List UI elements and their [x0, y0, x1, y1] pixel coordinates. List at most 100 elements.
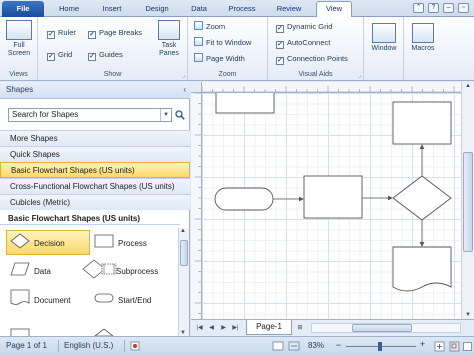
master-data[interactable]: Data	[10, 260, 90, 286]
presentation-mode-icon[interactable]	[288, 341, 300, 351]
page-tab-page-1[interactable]: Page-1	[246, 320, 292, 335]
zoom-level[interactable]: 83%	[308, 341, 324, 350]
status-language[interactable]: English (U.S.)	[64, 341, 113, 350]
full-screen-mode-icon[interactable]	[272, 341, 284, 351]
zoom-in-icon[interactable]: +	[420, 339, 425, 349]
first-page-icon[interactable]: |◀	[195, 323, 204, 333]
switch-windows-icon[interactable]	[463, 342, 472, 351]
stencil-cross-functional[interactable]: Cross-Functional Flowchart Shapes (US un…	[0, 178, 190, 194]
macros-button[interactable]: Macros	[407, 23, 439, 53]
master-process[interactable]: Process	[94, 232, 174, 258]
master-start-end[interactable]: Start/End	[94, 288, 174, 314]
full-screen-button[interactable]: Full Screen	[4, 20, 34, 58]
page-breaks-checkbox[interactable]: ✓ Page Breaks	[88, 27, 142, 39]
shapes-pane: Shapes ‹ Search for Shapes ▼ More Shapes…	[0, 82, 190, 336]
autoconnect-check-icon: ✓	[276, 41, 284, 49]
zoom-icon	[194, 21, 203, 30]
ruler-checkbox[interactable]: ✓ Ruler	[47, 27, 76, 39]
shapes-pane-scroll-thumb[interactable]	[180, 240, 188, 266]
search-dropdown-icon[interactable]: ▼	[160, 109, 171, 121]
page-width-icon	[194, 53, 203, 62]
window-button[interactable]: Window	[368, 23, 400, 53]
horizontal-scroll-thumb[interactable]	[352, 324, 412, 332]
master-decision[interactable]: Decision	[10, 232, 90, 258]
data-shape-icon	[10, 262, 30, 276]
fit-to-window-button[interactable]: Fit to Window	[194, 37, 251, 49]
fit-page-icon[interactable]	[434, 341, 445, 352]
show-launcher-icon[interactable]: ⌟	[182, 72, 185, 79]
pan-zoom-icon[interactable]	[449, 341, 460, 352]
search-icon[interactable]	[175, 110, 185, 120]
master-document-label: Document	[34, 296, 71, 305]
shapes-pane-scrollbar[interactable]: ▲ ▼	[178, 228, 189, 336]
tab-process[interactable]: Process	[222, 2, 262, 17]
horizontal-scrollbar[interactable]	[311, 323, 461, 333]
stencil-basic-flowchart[interactable]: Basic Flowchart Shapes (US units)	[0, 162, 190, 178]
autoconnect-checkbox[interactable]: ✓ AutoConnect	[276, 37, 330, 49]
tab-insert[interactable]: Insert	[94, 2, 130, 17]
tab-file[interactable]: File	[2, 1, 44, 17]
ruler-left[interactable]	[191, 93, 202, 319]
zoom-slider-thumb[interactable]	[378, 342, 382, 351]
master-subprocess-label: Subprocess	[116, 267, 159, 276]
tab-data[interactable]: Data	[184, 2, 214, 17]
tab-design[interactable]: Design	[138, 2, 176, 17]
more-shapes-row[interactable]: More Shapes	[0, 130, 190, 146]
connection-points-checkbox[interactable]: ✓ Connection Points	[276, 53, 348, 65]
macro-record-icon[interactable]	[130, 341, 140, 351]
shapes-pane-header: Shapes ‹	[0, 82, 190, 99]
task-panes-label: Task Panes	[159, 42, 179, 57]
tab-review[interactable]: Review	[270, 2, 308, 17]
vertical-scrollbar[interactable]: ▲ ▼	[461, 82, 474, 319]
search-shapes-input[interactable]: Search for Shapes ▼	[8, 108, 172, 122]
process-shape-right[interactable]	[392, 101, 452, 145]
window-restore-icon[interactable]: ▫	[458, 3, 469, 13]
page-breaks-check-icon: ✓	[88, 31, 96, 39]
tab-home[interactable]: Home	[52, 2, 86, 17]
page-tab-bar: |◀ ◀ ▶ ▶| Page-1 ⊞	[191, 319, 474, 336]
collapse-pane-icon[interactable]: ‹	[183, 82, 186, 98]
process-shape-icon	[94, 234, 114, 248]
next-page-icon[interactable]: ▶	[219, 323, 228, 333]
dynamic-grid-checkbox[interactable]: ✓ Dynamic Grid	[276, 21, 332, 33]
document-shape[interactable]	[392, 246, 452, 292]
diagram	[214, 93, 452, 292]
status-divider	[124, 340, 125, 352]
vscroll-up-icon[interactable]: ▲	[465, 83, 471, 89]
visual-aids-launcher-icon[interactable]: ⌟	[358, 72, 361, 79]
vscroll-down-icon[interactable]: ▼	[465, 312, 471, 318]
last-page-icon[interactable]: ▶|	[231, 323, 240, 333]
task-panes-button[interactable]: Task Panes	[152, 20, 186, 58]
master-start-end-label: Start/End	[118, 296, 152, 305]
process-shape-top[interactable]	[215, 93, 275, 114]
group-label-views: Views	[9, 71, 28, 78]
group-window: Window	[364, 17, 404, 80]
connection-points-label: Connection Points	[287, 54, 348, 63]
start-end-shape[interactable]	[214, 187, 274, 211]
grid-checkbox[interactable]: ✓ Grid	[47, 49, 72, 61]
insert-page-icon[interactable]: ⊞	[294, 323, 306, 333]
scroll-up-icon[interactable]: ▲	[180, 228, 186, 234]
stencil-cubicles[interactable]: Cubicles (Metric)	[0, 194, 190, 210]
group-show: ✓ Ruler ✓ Grid ✓ Page Breaks ✓ Guides Task P…	[38, 17, 188, 80]
help-icon[interactable]: ?	[428, 3, 439, 13]
window-minimize-icon[interactable]: –	[443, 3, 454, 13]
minimize-ribbon-icon[interactable]: ⌃	[413, 3, 424, 13]
status-page[interactable]: Page 1 of 1	[6, 341, 47, 350]
tab-view[interactable]: View	[316, 1, 352, 17]
page-width-button[interactable]: Page Width	[194, 53, 245, 65]
zoom-button[interactable]: Zoom	[194, 21, 225, 33]
prev-page-icon[interactable]: ◀	[207, 323, 216, 333]
decision-shape[interactable]	[392, 175, 452, 221]
ruler-top[interactable]	[202, 82, 474, 93]
quick-shapes-row[interactable]: Quick Shapes	[0, 146, 190, 162]
vertical-scroll-thumb[interactable]	[463, 152, 473, 252]
zoom-out-icon[interactable]: −	[336, 340, 341, 350]
drawing-canvas[interactable]	[202, 93, 461, 319]
zoom-label: Zoom	[206, 22, 226, 31]
master-subprocess[interactable]: Subprocess	[82, 258, 174, 284]
guides-checkbox[interactable]: ✓ Guides	[88, 49, 123, 61]
process-shape[interactable]	[303, 175, 363, 219]
dynamic-grid-check-icon: ✓	[276, 25, 284, 33]
master-document[interactable]: Document	[10, 288, 90, 314]
